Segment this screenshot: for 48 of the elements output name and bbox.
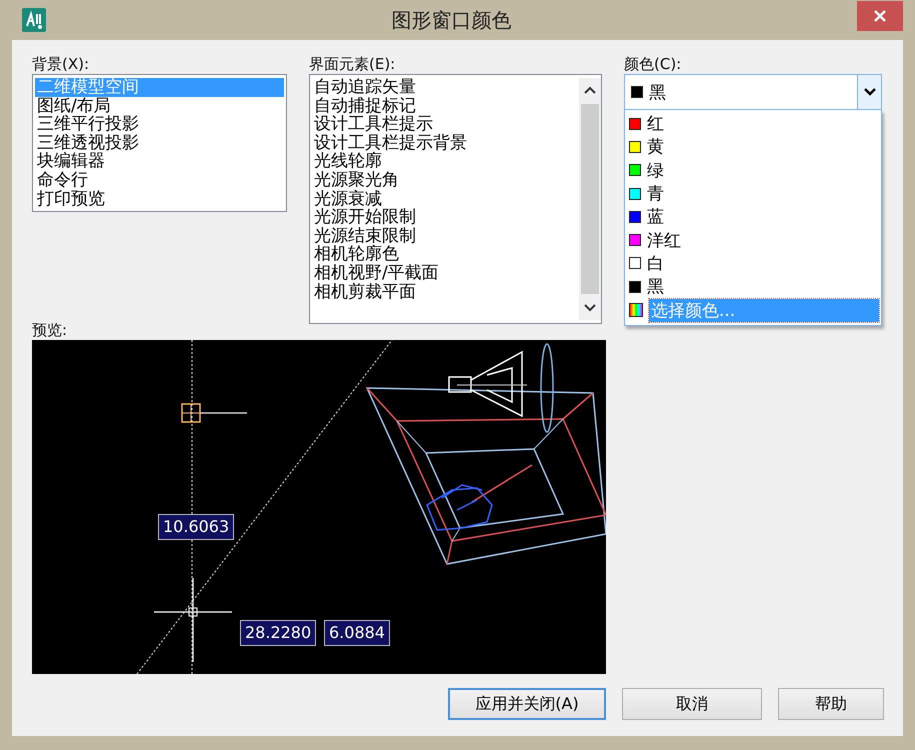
color-option[interactable]: 白 bbox=[627, 252, 879, 276]
dimension-label: 10.6063 bbox=[158, 514, 234, 540]
dropdown-button[interactable] bbox=[857, 75, 881, 109]
interface-element-item[interactable]: 光源衰减 bbox=[312, 190, 579, 208]
interface-element-item[interactable]: 光源结束限制 bbox=[312, 226, 579, 246]
app-icon bbox=[22, 8, 46, 32]
scroll-up-icon[interactable] bbox=[583, 84, 597, 96]
color-value: 黑 bbox=[649, 82, 667, 104]
interface-element-item[interactable]: 光源开始限制 bbox=[312, 208, 579, 227]
interface-element-item[interactable]: 相机轮廓色 bbox=[312, 245, 579, 264]
color-option[interactable]: 蓝 bbox=[627, 205, 879, 228]
background-list-item[interactable]: 三维平行投影 bbox=[35, 115, 284, 134]
background-list-item[interactable]: 图纸/布局 bbox=[35, 96, 284, 116]
interface-element-item[interactable]: 相机剪裁平面 bbox=[312, 282, 579, 302]
window-title: 图形窗口颜色 bbox=[390, 6, 512, 34]
dimension-label: 28.2280 bbox=[240, 620, 316, 646]
interface-element-item[interactable]: 光源聚光角 bbox=[312, 170, 579, 190]
dialog-button[interactable]: 取消 bbox=[622, 688, 762, 720]
scrollbar[interactable] bbox=[579, 78, 601, 320]
scroll-down-icon[interactable] bbox=[583, 302, 597, 314]
close-button[interactable] bbox=[857, 1, 903, 31]
color-option[interactable]: 绿 bbox=[627, 158, 879, 182]
background-list-item[interactable]: 块编辑器 bbox=[35, 152, 284, 171]
color-label: 颜色(C): bbox=[624, 54, 682, 74]
color-dropdown[interactable]: 黑 bbox=[624, 74, 882, 110]
interface-element-item[interactable]: 自动捕捉标记 bbox=[312, 96, 579, 116]
interface-element-item[interactable]: 相机视野/平截面 bbox=[312, 264, 579, 283]
background-list-item[interactable]: 命令行 bbox=[35, 170, 284, 190]
scrollbar-thumb[interactable] bbox=[581, 104, 599, 294]
color-option[interactable]: 红 bbox=[627, 112, 879, 136]
color-option[interactable]: 青 bbox=[627, 182, 879, 206]
dimension-label: 6.0884 bbox=[324, 620, 390, 646]
interface-element-item[interactable]: 自动追踪矢量 bbox=[312, 78, 579, 97]
color-option[interactable]: 黄 bbox=[627, 135, 879, 159]
background-list-item[interactable]: 打印预览 bbox=[35, 190, 284, 208]
dialog-button[interactable]: 应用并关闭(A) bbox=[448, 688, 606, 720]
interface-element-label: 界面元素(E): bbox=[309, 54, 396, 74]
chevron-down-icon bbox=[864, 88, 876, 96]
background-list-item[interactable]: 三维透视投影 bbox=[35, 134, 284, 152]
close-icon bbox=[873, 9, 887, 23]
dialog-button[interactable]: 帮助 bbox=[778, 688, 884, 720]
color-option[interactable]: 洋红 bbox=[627, 228, 879, 252]
background-label: 背景(X): bbox=[32, 54, 90, 74]
interface-element-item[interactable]: 光线轮廓 bbox=[312, 152, 579, 171]
interface-element-item[interactable]: 设计工具栏提示 bbox=[312, 115, 579, 134]
preview-label: 预览: bbox=[32, 320, 68, 340]
color-option[interactable]: 黑 bbox=[627, 275, 879, 298]
interface-element-item[interactable]: 设计工具栏提示背景 bbox=[312, 134, 579, 152]
